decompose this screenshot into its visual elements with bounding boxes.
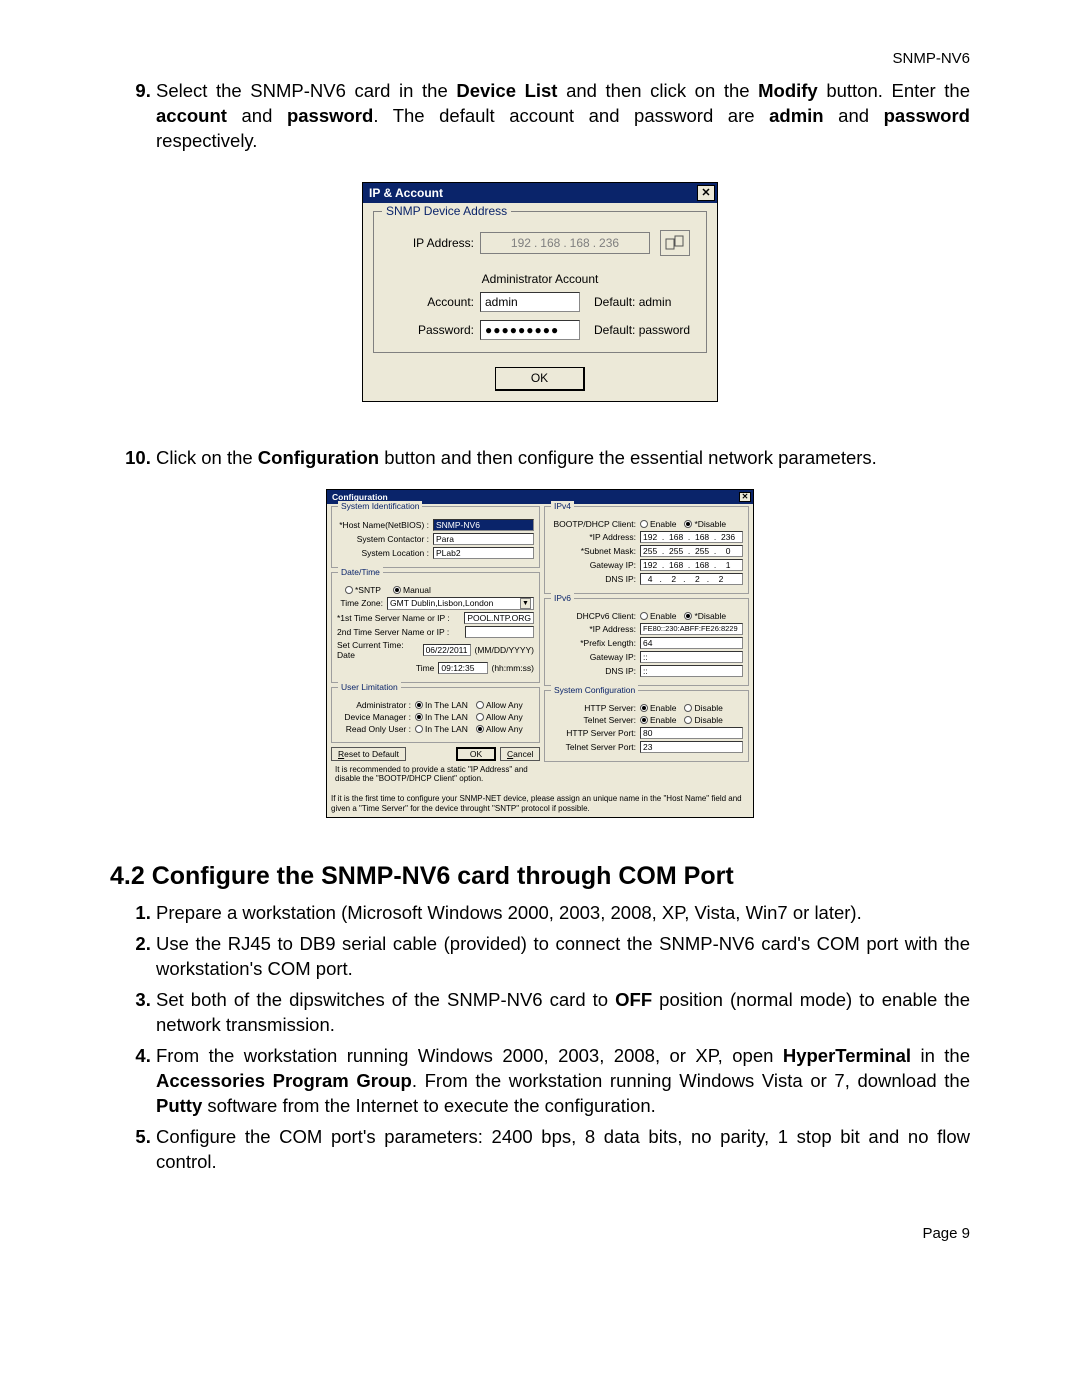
- location-input[interactable]: PLab2: [433, 547, 534, 559]
- step-5: Configure the COM port's parameters: 240…: [156, 1125, 970, 1175]
- chevron-down-icon: ▼: [520, 598, 531, 609]
- telnet-enable-radio[interactable]: [640, 716, 648, 724]
- timezone-select[interactable]: GMT Dublin,Lisbon,London▼: [387, 597, 534, 610]
- manual-radio[interactable]: [393, 586, 401, 594]
- http-disable-radio[interactable]: [684, 704, 692, 712]
- ipv6-ip-input[interactable]: FE80::230:ABFF:FE26:8229: [640, 623, 743, 635]
- step-4: From the workstation running Windows 200…: [156, 1044, 970, 1119]
- ip-account-dialog: IP & Account ✕ SNMP Device Address IP Ad…: [362, 182, 718, 402]
- account-default: Default: admin: [580, 295, 671, 309]
- password-input[interactable]: ●●●●●●●●●: [480, 320, 580, 340]
- ipv4-gw-input[interactable]: 192 . 168 . 168 . 1: [640, 559, 743, 571]
- timeserver2-input[interactable]: [465, 626, 534, 638]
- http-enable-radio[interactable]: [640, 704, 648, 712]
- dm-inlan-radio[interactable]: [415, 713, 423, 721]
- note-1: It is recommended to provide a static "I…: [335, 765, 536, 784]
- dhcpv6-enable-radio[interactable]: [640, 612, 648, 620]
- hostname-input[interactable]: SNMP-NV6: [433, 519, 534, 531]
- sntp-radio[interactable]: [345, 586, 353, 594]
- ok-button[interactable]: OK: [456, 747, 496, 761]
- telnet-disable-radio[interactable]: [684, 716, 692, 724]
- step-1: Prepare a workstation (Microsoft Windows…: [156, 901, 970, 926]
- dhcpv6-disable-radio[interactable]: [684, 612, 692, 620]
- system-identification-group: System Identification *Host Name(NetBIOS…: [331, 506, 540, 568]
- ipv4-group: IPv4 BOOTP/DHCP Client: Enable *Disable …: [544, 506, 749, 594]
- dialog-title: IP & Account: [369, 186, 443, 200]
- ipv6-dns-input[interactable]: ::: [640, 665, 743, 677]
- date-input[interactable]: 06/22/2011: [423, 644, 471, 656]
- date-time-group: Date/Time *SNTP Manual Time Zone: GMT Du…: [331, 572, 540, 683]
- page-footer: Page 9: [110, 1225, 970, 1242]
- browse-icon[interactable]: [660, 230, 690, 256]
- ro-allow-radio[interactable]: [476, 725, 484, 733]
- note-2: If it is the first time to configure you…: [331, 794, 749, 813]
- reset-default-button[interactable]: Reset to Default: [331, 747, 406, 761]
- step-3: Set both of the dipswitches of the SNMP-…: [156, 988, 970, 1038]
- groupbox-legend: SNMP Device Address: [382, 204, 511, 218]
- configuration-dialog: Configuration ✕ System Identification *H…: [326, 489, 754, 818]
- step-9: Select the SNMP-NV6 card in the Device L…: [156, 79, 970, 154]
- admin-allow-radio[interactable]: [476, 701, 484, 709]
- ro-inlan-radio[interactable]: [415, 725, 423, 733]
- password-label: Password:: [394, 323, 480, 337]
- close-icon[interactable]: ✕: [739, 492, 751, 502]
- telnet-port-input[interactable]: 23: [640, 741, 743, 753]
- timeserver1-input[interactable]: POOL.NTP.ORG: [464, 612, 534, 624]
- http-port-input[interactable]: 80: [640, 727, 743, 739]
- dialog-titlebar[interactable]: IP & Account ✕: [363, 183, 717, 203]
- ok-button[interactable]: OK: [495, 367, 585, 391]
- section-heading: 4.2 Configure the SNMP-NV6 card through …: [110, 862, 970, 891]
- ipv6-group: IPv6 DHCPv6 Client: Enable *Disable *IP …: [544, 598, 749, 686]
- step-10: Click on the Configuration button and th…: [156, 446, 970, 471]
- bootp-enable-radio[interactable]: [640, 520, 648, 528]
- user-limitation-group: User Limitation Administrator : In The L…: [331, 687, 540, 743]
- ipv4-dns-input[interactable]: 4 . 2 . 2 . 2: [640, 573, 743, 585]
- bootp-disable-radio[interactable]: [684, 520, 692, 528]
- time-input[interactable]: 09:12:35: [438, 662, 487, 674]
- close-icon[interactable]: ✕: [697, 185, 715, 201]
- ip-label: IP Address:: [394, 236, 480, 250]
- ipv6-gw-input[interactable]: ::: [640, 651, 743, 663]
- admin-header: Administrator Account: [382, 272, 698, 286]
- ipv6-prefix-input[interactable]: 64: [640, 637, 743, 649]
- step-2: Use the RJ45 to DB9 serial cable (provid…: [156, 932, 970, 982]
- ipv4-mask-input[interactable]: 255 . 255 . 255 . 0: [640, 545, 743, 557]
- account-label: Account:: [394, 295, 480, 309]
- dm-allow-radio[interactable]: [476, 713, 484, 721]
- admin-inlan-radio[interactable]: [415, 701, 423, 709]
- ip-address-field[interactable]: 192.168.168.236: [480, 232, 650, 254]
- page-header: SNMP-NV6: [110, 50, 970, 67]
- password-default: Default: password: [580, 323, 690, 337]
- contactor-input[interactable]: Para: [433, 533, 534, 545]
- account-input[interactable]: admin: [480, 292, 580, 312]
- ipv4-ip-input[interactable]: 192 . 168 . 168 . 236: [640, 531, 743, 543]
- cancel-button[interactable]: Cancel: [500, 747, 540, 761]
- system-configuration-group: System Configuration HTTP Server: Enable…: [544, 690, 749, 762]
